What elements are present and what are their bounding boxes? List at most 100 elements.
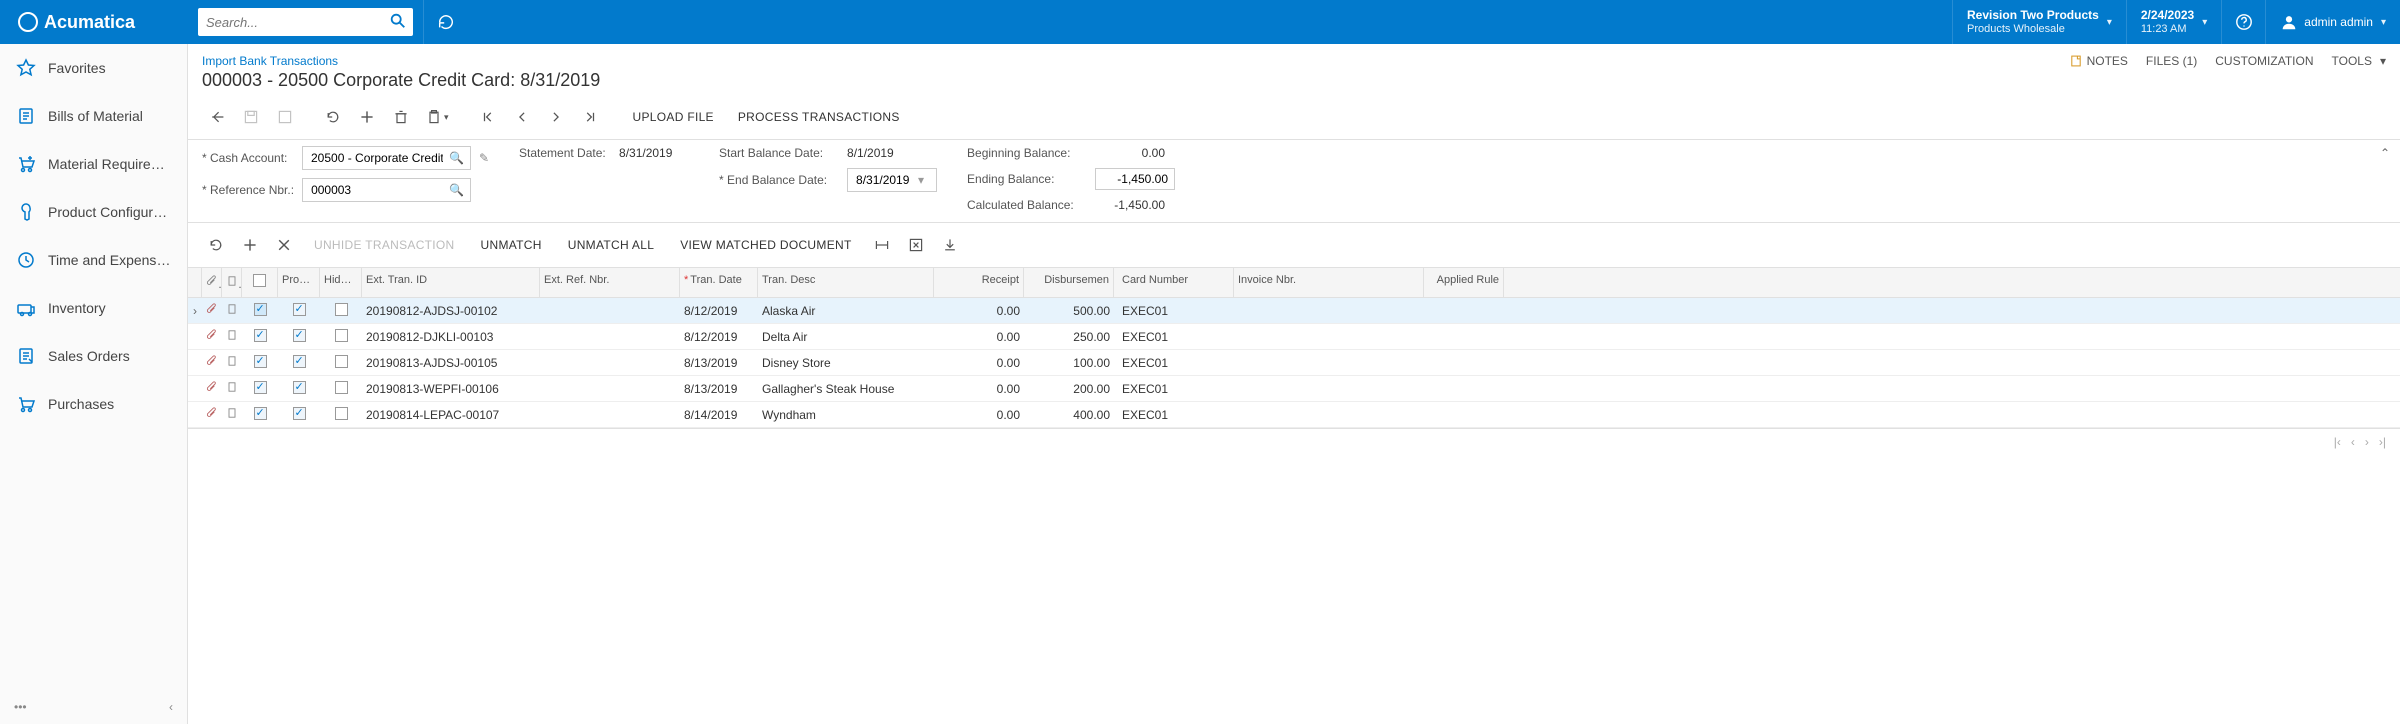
edit-icon[interactable]: ✎ (479, 151, 489, 165)
row-selected-checkbox[interactable] (242, 329, 278, 345)
tools-button[interactable]: TOOLS▾ (2332, 54, 2387, 68)
next-button[interactable] (541, 103, 571, 131)
view-matched-button[interactable]: VIEW MATCHED DOCUMENT (670, 238, 861, 252)
ending-balance-input[interactable] (1095, 168, 1175, 190)
upload-file-button[interactable]: UPLOAD FILE (623, 103, 724, 131)
grid-refresh-button[interactable] (202, 231, 230, 259)
collapse-form-icon[interactable]: ⌃ (2380, 146, 2390, 160)
sidebar-item-inventory[interactable]: Inventory (0, 284, 187, 332)
add-button[interactable] (352, 103, 382, 131)
end-balance-date-input[interactable]: ▾ (847, 168, 937, 192)
sidebar-item-bom[interactable]: Bills of Material (0, 92, 187, 140)
row-hidden-checkbox[interactable] (320, 329, 362, 345)
row-files-icon[interactable] (202, 328, 222, 345)
col-ext-ref-nbr[interactable]: Ext. Ref. Nbr. (540, 268, 680, 297)
row-files-icon[interactable] (202, 302, 222, 319)
files-button[interactable]: FILES (1) (2146, 54, 2197, 68)
sidebar-item-mrp[interactable]: Material Requirem... (0, 140, 187, 188)
row-selected-checkbox[interactable] (242, 355, 278, 371)
row-notes-icon[interactable] (222, 328, 242, 345)
row-hidden-checkbox[interactable] (320, 303, 362, 319)
date-selector[interactable]: 2/24/2023 11:23 AM ▾ (2126, 0, 2221, 44)
col-tran-date[interactable]: *Tran. Date (680, 268, 758, 297)
row-hidden-checkbox[interactable] (320, 355, 362, 371)
row-notes-icon[interactable] (222, 302, 242, 319)
row-notes-icon[interactable] (222, 406, 242, 423)
dropdown-icon[interactable]: ▾ (916, 173, 926, 187)
notes-button[interactable]: NOTES (2069, 54, 2128, 68)
grid-first-page[interactable]: |‹ (2334, 435, 2341, 449)
row-processed-checkbox[interactable] (278, 407, 320, 423)
col-card-number[interactable]: Card Number (1114, 268, 1234, 297)
cash-account-input[interactable]: 🔍 (302, 146, 471, 170)
table-row[interactable]: 20190813-WEPFI-001068/13/2019Gallagher's… (188, 376, 2400, 402)
col-tran-desc[interactable]: Tran. Desc (758, 268, 934, 297)
delete-button[interactable] (386, 103, 416, 131)
sidebar-item-sales[interactable]: Sales Orders (0, 332, 187, 380)
sidebar-item-time[interactable]: Time and Expenses (0, 236, 187, 284)
row-processed-checkbox[interactable] (278, 355, 320, 371)
grid-prev-page[interactable]: ‹ (2351, 435, 2355, 449)
col-applied-rule[interactable]: Applied Rule (1424, 268, 1504, 297)
prev-button[interactable] (507, 103, 537, 131)
row-hidden-checkbox[interactable] (320, 407, 362, 423)
customization-button[interactable]: CUSTOMIZATION (2215, 54, 2313, 68)
help-button[interactable] (2221, 0, 2265, 44)
sidebar-item-config[interactable]: Product Configurator (0, 188, 187, 236)
save-close-button[interactable] (270, 103, 300, 131)
col-receipt[interactable]: Receipt (934, 268, 1024, 297)
grid-next-page[interactable]: › (2365, 435, 2369, 449)
grid-add-button[interactable] (236, 231, 264, 259)
clipboard-button[interactable]: ▾ (420, 103, 455, 131)
col-disbursement[interactable]: Disbursemen (1024, 268, 1114, 297)
export-excel-button[interactable] (902, 231, 930, 259)
selector-icon[interactable]: 🔍 (447, 183, 466, 197)
col-ext-tran-id[interactable]: Ext. Tran. ID (362, 268, 540, 297)
row-hidden-checkbox[interactable] (320, 381, 362, 397)
reference-nbr-input[interactable]: 🔍 (302, 178, 471, 202)
row-selected-checkbox[interactable] (242, 407, 278, 423)
user-menu[interactable]: admin admin ▾ (2265, 0, 2400, 44)
last-button[interactable] (575, 103, 605, 131)
table-row[interactable]: ›20190812-AJDSJ-001028/12/2019Alaska Air… (188, 298, 2400, 324)
table-row[interactable]: 20190814-LEPAC-001078/14/2019Wyndham0.00… (188, 402, 2400, 428)
table-row[interactable]: 20190812-DJKLI-001038/12/2019Delta Air0.… (188, 324, 2400, 350)
row-processed-checkbox[interactable] (278, 381, 320, 397)
first-button[interactable] (473, 103, 503, 131)
brand-logo[interactable]: Acumatica (0, 0, 188, 44)
search-icon[interactable] (389, 12, 409, 32)
row-selected-checkbox[interactable] (242, 381, 278, 397)
row-notes-icon[interactable] (222, 380, 242, 397)
row-processed-checkbox[interactable] (278, 303, 320, 319)
row-files-icon[interactable] (202, 380, 222, 397)
col-hidden[interactable]: Hidden (320, 268, 362, 297)
import-button[interactable] (936, 231, 964, 259)
company-selector[interactable]: Revision Two Products Products Wholesale… (1952, 0, 2126, 44)
unhide-transaction-button[interactable]: UNHIDE TRANSACTION (304, 238, 465, 252)
undo-button[interactable] (318, 103, 348, 131)
grid-delete-button[interactable] (270, 231, 298, 259)
fit-columns-button[interactable] (868, 231, 896, 259)
collapse-sidebar-icon[interactable]: ‹ (169, 700, 173, 714)
sidebar-item-purchases[interactable]: Purchases (0, 380, 187, 428)
row-files-icon[interactable] (202, 354, 222, 371)
col-processed[interactable]: Proces (278, 268, 320, 297)
process-transactions-button[interactable]: PROCESS TRANSACTIONS (728, 103, 910, 131)
sidebar-item-favorites[interactable]: Favorites (0, 44, 187, 92)
col-invoice-nbr[interactable]: Invoice Nbr. (1234, 268, 1424, 297)
save-button[interactable] (236, 103, 266, 131)
row-files-icon[interactable] (202, 406, 222, 423)
selector-icon[interactable]: 🔍 (447, 151, 466, 165)
table-row[interactable]: 20190813-AJDSJ-001058/13/2019Disney Stor… (188, 350, 2400, 376)
unmatch-button[interactable]: UNMATCH (471, 238, 552, 252)
unmatch-all-button[interactable]: UNMATCH ALL (558, 238, 664, 252)
row-notes-icon[interactable] (222, 354, 242, 371)
more-icon[interactable]: ••• (14, 700, 27, 714)
refresh-button[interactable] (423, 0, 467, 44)
breadcrumb[interactable]: Import Bank Transactions (202, 54, 2386, 68)
search-input[interactable] (198, 8, 413, 36)
back-button[interactable] (202, 103, 232, 131)
grid-last-page[interactable]: ›| (2379, 435, 2386, 449)
row-processed-checkbox[interactable] (278, 329, 320, 345)
row-selected-checkbox[interactable] (242, 303, 278, 319)
